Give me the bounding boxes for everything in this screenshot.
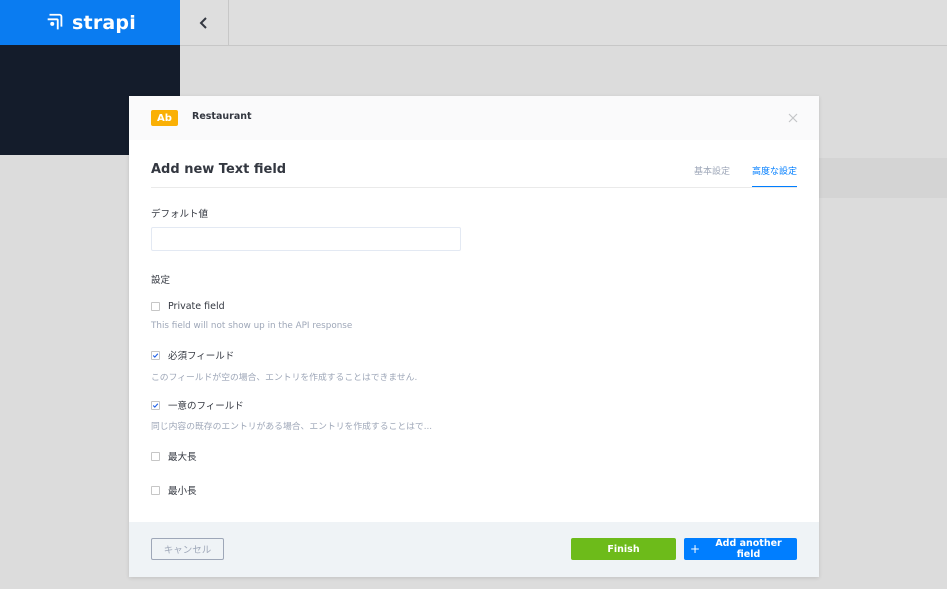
required-field-option[interactable]: 必須フィールド xyxy=(151,348,234,362)
private-field-description: This field will not show up in the API r… xyxy=(151,321,353,331)
min-length-option[interactable]: 最小長 xyxy=(151,483,197,497)
cancel-button[interactable]: キャンセル xyxy=(151,538,224,560)
settings-label: 設定 xyxy=(151,275,171,286)
text-type-badge: Ab xyxy=(151,110,178,126)
default-value-input[interactable] xyxy=(151,227,461,251)
required-field-description: このフィールドが空の場合、エントリを作成することはできません. xyxy=(151,373,418,383)
strapi-brand[interactable]: strapi xyxy=(0,0,180,45)
unique-field-description: 同じ内容の既存のエントリがある場合、エントリを作成することはで... xyxy=(151,422,433,432)
tab-base-settings[interactable]: 基本設定 xyxy=(694,164,730,188)
private-field-checkbox[interactable] xyxy=(151,302,160,311)
unique-field-label: 一意のフィールド xyxy=(168,401,244,412)
header-bar xyxy=(180,0,947,46)
required-field-label: 必須フィールド xyxy=(168,351,235,362)
brand-name: strapi xyxy=(72,11,136,34)
modal-title: Add new Text field xyxy=(151,162,287,177)
check-icon xyxy=(152,402,159,408)
modal-header: Ab Restaurant xyxy=(129,96,819,140)
max-length-checkbox[interactable] xyxy=(151,451,160,461)
add-field-modal: Ab Restaurant Add new Text field 基本設定 高度… xyxy=(129,96,819,577)
private-field-option[interactable]: Private field xyxy=(151,301,225,312)
unique-field-option[interactable]: 一意のフィールド xyxy=(151,398,244,412)
chevron-left-icon xyxy=(199,16,207,29)
private-field-label: Private field xyxy=(168,301,225,312)
collapse-sidebar-button[interactable] xyxy=(180,0,229,45)
default-value-label: デフォルト値 xyxy=(151,209,209,220)
add-another-field-label: Add another field xyxy=(715,538,782,560)
min-length-label: 最小長 xyxy=(168,486,197,497)
strapi-logo-icon xyxy=(47,13,63,29)
max-length-label: 最大長 xyxy=(168,452,197,463)
add-another-field-button[interactable]: + Add another field xyxy=(684,538,797,560)
divider xyxy=(151,187,797,188)
finish-button[interactable]: Finish xyxy=(571,538,676,560)
settings-tabs: 基本設定 高度な設定 xyxy=(694,164,797,188)
tab-advanced-settings[interactable]: 高度な設定 xyxy=(751,164,797,188)
close-icon[interactable] xyxy=(787,112,799,124)
plus-icon: + xyxy=(690,542,701,556)
content-type-name: Restaurant xyxy=(192,111,252,122)
min-length-checkbox[interactable] xyxy=(151,485,160,495)
modal-footer: キャンセル Finish + Add another field xyxy=(129,522,819,577)
required-field-checkbox[interactable] xyxy=(151,350,160,360)
check-icon xyxy=(152,352,159,358)
unique-field-checkbox[interactable] xyxy=(151,400,160,410)
max-length-option[interactable]: 最大長 xyxy=(151,449,197,463)
